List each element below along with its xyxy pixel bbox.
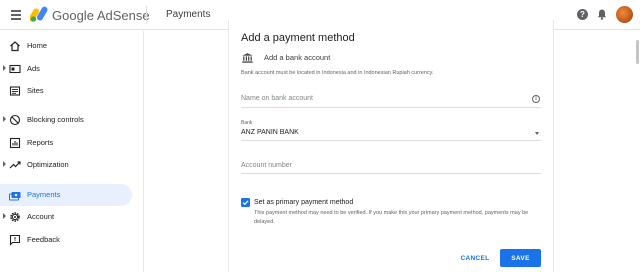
bank-select-value: ANZ PANIN BANK bbox=[241, 129, 299, 136]
payments-icon bbox=[9, 192, 21, 201]
sidebar-item-blocking-controls[interactable]: Blocking controls bbox=[0, 109, 132, 131]
gear-icon bbox=[10, 212, 20, 222]
account-number-placeholder: Account number bbox=[241, 162, 292, 169]
sidebar-item-label: Reports bbox=[27, 138, 54, 147]
sidebar-item-home[interactable]: Home bbox=[0, 35, 132, 57]
block-icon bbox=[9, 114, 21, 126]
chevron-down-icon bbox=[535, 132, 539, 135]
info-icon[interactable]: i bbox=[532, 95, 540, 103]
sidebar-item-account[interactable]: Account bbox=[0, 206, 132, 228]
brand-name: Google AdSense bbox=[52, 8, 150, 23]
save-button[interactable]: SAVE bbox=[500, 249, 541, 267]
sidebar-item-label: Blocking controls bbox=[27, 115, 84, 124]
sidebar-item-label: Payments bbox=[27, 190, 61, 199]
adsense-logo[interactable] bbox=[30, 6, 48, 22]
name-on-account-field[interactable]: Name on bank account bbox=[241, 90, 541, 108]
help-icon[interactable]: ? bbox=[577, 9, 588, 20]
expand-arrow-icon bbox=[3, 161, 6, 167]
page-title: Payments bbox=[166, 9, 211, 20]
scrollbar-thumb[interactable] bbox=[636, 40, 639, 64]
sidebar-item-label: Sites bbox=[27, 86, 44, 95]
account-number-field[interactable]: Account number bbox=[241, 157, 541, 174]
feedback-icon bbox=[9, 234, 21, 246]
bank-account-option: Add a bank account bbox=[264, 53, 331, 62]
cancel-button[interactable]: CANCEL bbox=[455, 250, 495, 267]
reports-icon bbox=[9, 137, 21, 149]
payment-method-card: Add a payment method Add a bank account … bbox=[228, 20, 554, 272]
sidebar-item-label: Ads bbox=[27, 64, 40, 73]
sidebar-item-sites[interactable]: Sites bbox=[0, 80, 132, 102]
home-icon bbox=[10, 41, 20, 52]
primary-method-checkbox[interactable] bbox=[241, 198, 250, 207]
sidebar-item-optimization[interactable]: Optimization bbox=[0, 154, 132, 176]
sidebar-item-feedback[interactable]: Feedback bbox=[0, 229, 132, 251]
expand-arrow-icon bbox=[3, 116, 6, 122]
bank-select-label: Bank bbox=[241, 120, 253, 126]
ads-icon bbox=[9, 64, 21, 74]
avatar[interactable] bbox=[616, 6, 633, 23]
trending-icon bbox=[9, 161, 21, 169]
header-divider bbox=[146, 6, 147, 24]
primary-method-help: This payment method may need to be verif… bbox=[254, 210, 529, 225]
expand-arrow-icon bbox=[3, 65, 6, 71]
sidebar-item-label: Feedback bbox=[27, 235, 60, 244]
name-on-account-placeholder: Name on bank account bbox=[241, 95, 313, 102]
checkmark-icon bbox=[242, 200, 249, 206]
sidebar-item-reports[interactable]: Reports bbox=[0, 132, 132, 154]
sidebar-item-payments[interactable]: Payments bbox=[0, 184, 132, 206]
menu-icon[interactable] bbox=[11, 10, 21, 20]
bank-location-note: Bank account must be located in Indonesi… bbox=[241, 70, 434, 76]
sidebar-item-label: Home bbox=[27, 41, 48, 50]
bell-icon[interactable] bbox=[597, 9, 607, 20]
sidebar-item-label: Account bbox=[27, 212, 55, 221]
card-title: Add a payment method bbox=[241, 32, 355, 44]
primary-method-label: Set as primary payment method bbox=[254, 199, 354, 206]
sidebar-item-label: Optimization bbox=[27, 160, 69, 169]
sidebar-nav: Home Ads Sites Blocking controls Reports… bbox=[0, 31, 144, 272]
sites-icon bbox=[9, 86, 21, 96]
bank-select[interactable]: Bank ANZ PANIN BANK bbox=[241, 120, 541, 141]
sidebar-item-ads[interactable]: Ads bbox=[0, 58, 132, 80]
expand-arrow-icon bbox=[3, 213, 6, 219]
bank-icon bbox=[242, 53, 253, 63]
